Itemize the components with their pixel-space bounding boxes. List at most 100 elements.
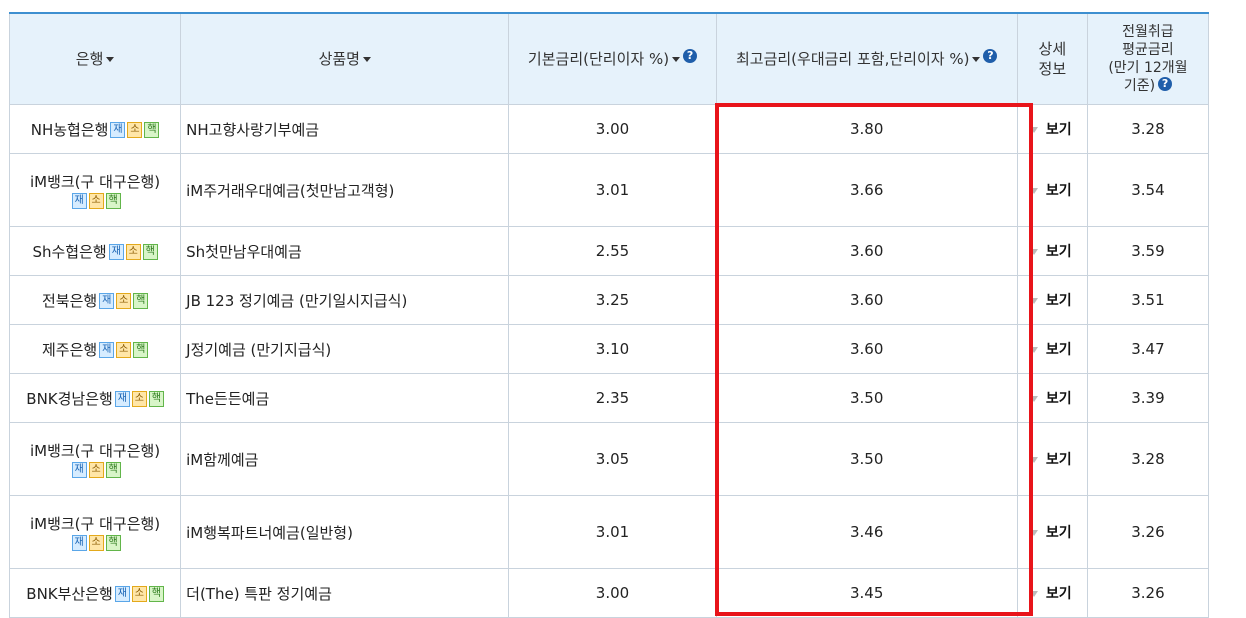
detail-cell[interactable]: 보기 xyxy=(1016,373,1088,423)
detail-cell[interactable]: 보기 xyxy=(1016,104,1088,154)
badge-haek[interactable]: 핵 xyxy=(148,391,164,407)
table-row: iM뱅크(구 대구은행) 재 소 핵 iM행복파트너예금(일반형) 3.01 3.46… xyxy=(8,495,1210,569)
detail-cell[interactable]: 보기 xyxy=(1016,495,1088,569)
badge-jae[interactable]: 재 xyxy=(71,462,87,478)
badge-so[interactable]: 소 xyxy=(88,535,104,551)
view-button[interactable]: 보기 xyxy=(1046,586,1072,602)
help-icon[interactable]: ? xyxy=(983,49,998,63)
badge-so[interactable]: 소 xyxy=(116,293,132,309)
view-button[interactable]: 보기 xyxy=(1046,293,1072,309)
view-button[interactable]: 보기 xyxy=(1046,342,1072,358)
table-row: iM뱅크(구 대구은행) 재 소 핵 iM주거래우대예금(첫만남고객형) 3.01 3… xyxy=(8,153,1210,227)
badge-group: 재소핵 xyxy=(108,121,160,139)
sort-caret-icon[interactable] xyxy=(972,57,981,62)
header-base-rate[interactable]: 기본금리(단리이자 %)? xyxy=(508,12,717,105)
base-rate-cell: 3.05 xyxy=(508,422,717,496)
view-button[interactable]: 보기 xyxy=(1046,525,1072,541)
badge-so[interactable]: 소 xyxy=(125,244,141,260)
expand-triangle-icon[interactable] xyxy=(1029,456,1038,463)
bank-cell: iM뱅크(구 대구은행) 재 소 핵 xyxy=(8,495,182,569)
badge-jae[interactable]: 재 xyxy=(71,535,87,551)
product-cell: 더(The) 특판 정기예금 xyxy=(180,568,510,618)
bank-cell: 전북은행 재 소 핵 xyxy=(8,275,182,325)
product-name: The든든예금 xyxy=(186,389,270,408)
view-button[interactable]: 보기 xyxy=(1046,183,1072,199)
max-rate-cell: 3.50 xyxy=(715,373,1018,423)
base-rate-cell: 3.10 xyxy=(508,324,717,374)
badge-jae[interactable]: 재 xyxy=(71,193,87,209)
header-max-rate-label: 최고금리(우대금리 포함,단리이자 %) xyxy=(735,50,970,68)
sort-caret-icon[interactable] xyxy=(106,57,115,62)
view-button[interactable]: 보기 xyxy=(1046,122,1072,138)
badge-haek[interactable]: 핵 xyxy=(105,462,121,478)
max-rate-cell: 3.80 xyxy=(715,104,1018,154)
badge-haek[interactable]: 핵 xyxy=(142,244,158,260)
badge-group: 재소핵 xyxy=(113,585,164,603)
detail-cell[interactable]: 보기 xyxy=(1016,153,1088,227)
badge-haek[interactable]: 핵 xyxy=(133,293,149,309)
base-rate-cell: 3.00 xyxy=(508,568,717,618)
bank-name: BNK부산은행 xyxy=(26,584,113,603)
badge-group: 재소핵 xyxy=(70,192,121,210)
avg-rate-cell: 3.26 xyxy=(1086,568,1210,618)
header-max-rate[interactable]: 최고금리(우대금리 포함,단리이자 %)? xyxy=(715,12,1018,105)
detail-cell[interactable]: 보기 xyxy=(1016,568,1088,618)
badge-so[interactable]: 소 xyxy=(131,586,147,602)
badge-jae[interactable]: 재 xyxy=(114,586,130,602)
expand-triangle-icon[interactable] xyxy=(1029,590,1038,597)
sort-caret-icon[interactable] xyxy=(362,57,371,62)
header-product[interactable]: 상품명 xyxy=(180,12,510,105)
expand-triangle-icon[interactable] xyxy=(1029,297,1038,304)
header-avg-line4: 기준) xyxy=(1123,78,1156,94)
product-name: iM행복파트너예금(일반형) xyxy=(186,523,353,542)
detail-cell[interactable]: 보기 xyxy=(1016,324,1088,374)
expand-triangle-icon[interactable] xyxy=(1029,529,1038,536)
product-name: J정기예금 (만기지급식) xyxy=(186,340,332,359)
badge-so[interactable]: 소 xyxy=(127,122,143,138)
badge-jae[interactable]: 재 xyxy=(110,122,126,138)
badge-haek[interactable]: 핵 xyxy=(105,535,121,551)
badge-group: 재소핵 xyxy=(70,461,121,479)
header-detail: 상세 정보 xyxy=(1016,12,1088,105)
badge-jae[interactable]: 재 xyxy=(99,293,115,309)
badge-group: 재소핵 xyxy=(97,341,149,359)
expand-triangle-icon[interactable] xyxy=(1029,126,1038,133)
badge-so[interactable]: 소 xyxy=(131,391,147,407)
expand-triangle-icon[interactable] xyxy=(1029,395,1038,402)
badge-haek[interactable]: 핵 xyxy=(144,122,160,138)
badge-so[interactable]: 소 xyxy=(116,342,132,358)
bank-cell: Sh수협은행 재 소 핵 xyxy=(8,226,182,276)
detail-cell[interactable]: 보기 xyxy=(1016,422,1088,496)
badge-jae[interactable]: 재 xyxy=(114,391,130,407)
badge-jae[interactable]: 재 xyxy=(99,342,115,358)
table-row: Sh수협은행 재 소 핵 Sh첫만남우대예금 2.55 3.60 보기 3.59 xyxy=(8,226,1210,276)
expand-triangle-icon[interactable] xyxy=(1029,187,1038,194)
table-row: iM뱅크(구 대구은행) 재 소 핵 iM함께예금 3.05 3.50 보기 3.28 xyxy=(8,422,1210,496)
view-button[interactable]: 보기 xyxy=(1046,452,1072,468)
badge-so[interactable]: 소 xyxy=(88,462,104,478)
badge-jae[interactable]: 재 xyxy=(108,244,124,260)
badge-haek[interactable]: 핵 xyxy=(105,193,121,209)
badge-so[interactable]: 소 xyxy=(88,193,104,209)
bank-cell: NH농협은행 재 소 핵 xyxy=(8,104,182,154)
help-icon[interactable]: ? xyxy=(1158,77,1173,91)
max-rate-cell: 3.66 xyxy=(715,153,1018,227)
expand-triangle-icon[interactable] xyxy=(1029,248,1038,255)
base-rate-cell: 3.00 xyxy=(508,104,717,154)
help-icon[interactable]: ? xyxy=(683,49,698,63)
bank-name: NH농협은행 xyxy=(30,120,109,139)
sort-caret-icon[interactable] xyxy=(672,57,681,62)
badge-haek[interactable]: 핵 xyxy=(148,586,164,602)
badge-haek[interactable]: 핵 xyxy=(133,342,149,358)
view-button[interactable]: 보기 xyxy=(1046,391,1072,407)
product-name: Sh첫만남우대예금 xyxy=(186,242,302,261)
product-cell: Sh첫만남우대예금 xyxy=(180,226,510,276)
header-row: 은행 상품명 기본금리(단리이자 %)? 최고금리(우대금리 포함,단리이자 %… xyxy=(8,12,1210,105)
expand-triangle-icon[interactable] xyxy=(1029,346,1038,353)
badge-group: 재소핵 xyxy=(113,390,164,408)
view-button[interactable]: 보기 xyxy=(1046,244,1072,260)
header-bank[interactable]: 은행 xyxy=(8,12,182,105)
product-cell: NH고향사랑기부예금 xyxy=(180,104,510,154)
detail-cell[interactable]: 보기 xyxy=(1016,226,1088,276)
detail-cell[interactable]: 보기 xyxy=(1016,275,1088,325)
